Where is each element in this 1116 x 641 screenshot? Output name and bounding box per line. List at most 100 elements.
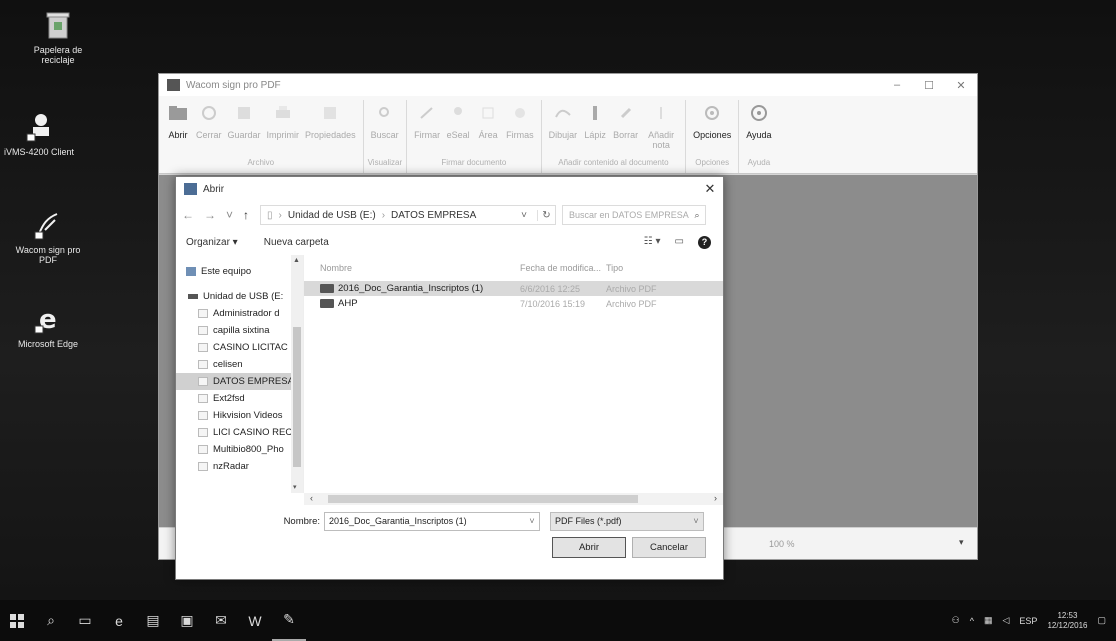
cancel-button[interactable]: Cancelar [632, 537, 706, 558]
taskbar-search-icon[interactable]: ⌕ [34, 600, 68, 641]
nav-item-folder[interactable]: CASINO LICITAC [176, 339, 303, 356]
ribbon-group-ayuda: Ayuda Ayuda [739, 100, 778, 173]
people-icon[interactable]: ⚇ [952, 615, 960, 626]
file-row[interactable]: AHP 7/10/2016 15:19 Archivo PDF [304, 296, 723, 311]
column-modified[interactable]: Fecha de modifica... [520, 263, 606, 273]
signatures-ribbon-button[interactable]: Firmas [503, 100, 537, 156]
clock[interactable]: 12:53 12/12/2016 [1047, 611, 1087, 630]
scroll-up-icon[interactable]: ▲ [293, 257, 300, 264]
help-icon[interactable]: ? [698, 235, 711, 249]
nav-item-this-pc[interactable]: Este equipo [176, 263, 303, 280]
start-button[interactable] [0, 600, 34, 641]
close-ribbon-button[interactable]: Cerrar [193, 100, 225, 156]
nav-item-folder[interactable]: Administrador d [176, 305, 303, 322]
nav-item-folder[interactable]: Multibio800_Pho [176, 441, 303, 458]
dialog-titlebar: Abrir ✕ [176, 177, 723, 201]
network-icon[interactable]: ▦ [984, 615, 993, 626]
nav-item-folder[interactable]: Hikvision Videos [176, 407, 303, 424]
nav-item-folder[interactable]: nzRadar [176, 458, 303, 475]
tray-up-arrow-icon[interactable]: ^ [970, 616, 974, 626]
add-note-ribbon-button[interactable]: Añadir nota [641, 100, 681, 156]
minimize-button[interactable]: – [881, 79, 913, 92]
volume-icon[interactable]: ◁ [1003, 615, 1010, 626]
scroll-down-icon[interactable]: ▾ [293, 483, 297, 491]
nav-item-folder[interactable]: celisen [176, 356, 303, 373]
recent-locations-icon[interactable]: ˅ [226, 208, 233, 222]
nav-item-usb-drive[interactable]: Unidad de USB (E: [176, 288, 303, 305]
view-options-icon[interactable]: ☷ ▾ [644, 236, 661, 249]
forward-arrow-icon[interactable]: → [204, 208, 216, 222]
file-row-selected[interactable]: 2016_Doc_Garantia_Inscriptos (1) 6/6/201… [304, 281, 723, 296]
column-type[interactable]: Tipo [606, 263, 623, 273]
scroll-left-icon[interactable]: ‹ [310, 493, 313, 503]
ribbon-button-label: Ayuda [746, 130, 772, 140]
open-button[interactable]: Abrir [552, 537, 626, 558]
desktop-icon-wacom-sign-pro[interactable]: Wacom sign pro PDF [10, 208, 86, 266]
ribbon-button-label: Abrir [168, 130, 188, 140]
language-indicator[interactable]: ESP [1019, 616, 1037, 626]
notifications-icon[interactable]: ▢ [1097, 615, 1106, 626]
store-icon[interactable]: ▣ [170, 600, 204, 641]
search-input[interactable]: Buscar en DATOS EMPRESA ⌕ [562, 205, 706, 225]
refresh-icon[interactable]: ↻ [537, 209, 555, 221]
scrollbar-thumb[interactable] [328, 495, 638, 503]
zoom-level[interactable]: 100 % [769, 539, 795, 549]
taskbar: ⌕ ▭ e ▤ ▣ ✉ W ✎ ⚇ ^ ▦ ◁ ESP 12:53 12/12/… [0, 600, 1116, 641]
save-ribbon-button[interactable]: Guardar [225, 100, 264, 156]
task-view-icon[interactable]: ▭ [68, 600, 102, 641]
eraser-icon [615, 102, 637, 124]
file-explorer-icon[interactable]: ▤ [136, 600, 170, 641]
area-ribbon-button[interactable]: Área [473, 100, 503, 156]
filename-input[interactable]: 2016_Doc_Garantia_Inscriptos (1) ˅ [324, 511, 540, 531]
filetype-select[interactable]: PDF Files (*.pdf) ˅ [550, 511, 704, 531]
pencil-ribbon-button[interactable]: Lápiz [580, 100, 610, 156]
desktop-icon-recycle-bin[interactable]: Papelera de reciclaje [20, 8, 96, 66]
organize-button[interactable]: Organizar ▾ [186, 237, 238, 248]
eseal-ribbon-button[interactable]: eSeal [443, 100, 473, 156]
mail-icon[interactable]: ✉ [204, 600, 238, 641]
sign-ribbon-button[interactable]: Firmar [411, 100, 443, 156]
close-window-button[interactable]: ✕ [945, 79, 977, 92]
nav-item-folder[interactable]: capilla sixtina [176, 322, 303, 339]
breadcrumb-folder[interactable]: DATOS EMPRESA [391, 210, 476, 221]
erase-ribbon-button[interactable]: Borrar [610, 100, 641, 156]
chevron-down-icon[interactable]: ˅ [525, 516, 539, 526]
desktop-icon-microsoft-edge[interactable]: e Microsoft Edge [10, 302, 86, 349]
new-folder-button[interactable]: Nueva carpeta [264, 237, 329, 248]
zoom-dropdown-icon[interactable]: ▾ [959, 537, 964, 548]
navigation-pane: Este equipo Unidad de USB (E: Administra… [176, 255, 304, 493]
desktop-icon-ivms-client[interactable]: iVMS-4200 Client [0, 110, 78, 157]
nav-item-label: Unidad de USB (E: [203, 291, 284, 302]
open-ribbon-button[interactable]: Abrir [163, 100, 193, 156]
address-dropdown-icon[interactable]: ˅ [517, 210, 531, 221]
back-arrow-icon[interactable]: ← [182, 208, 194, 222]
ribbon-group-opciones: Opciones Opciones [686, 100, 740, 173]
maximize-button[interactable]: ☐ [913, 79, 945, 92]
nav-item-folder[interactable]: LICI CASINO REC [176, 424, 303, 441]
draw-ribbon-button[interactable]: Dibujar [546, 100, 581, 156]
up-arrow-icon[interactable]: ↑ [243, 208, 249, 222]
file-type: Archivo PDF [606, 298, 657, 309]
nav-item-folder[interactable]: Ext2fsd [176, 390, 303, 407]
nav-pane-scrollbar[interactable]: ▲ ▾ [291, 255, 303, 493]
properties-ribbon-button[interactable]: Propiedades [302, 100, 359, 156]
scroll-right-icon[interactable]: › [714, 493, 717, 503]
address-bar[interactable]: ▯ › Unidad de USB (E:) › DATOS EMPRESA ˅… [260, 205, 556, 225]
edge-taskbar-icon[interactable]: e [102, 600, 136, 641]
help-ribbon-button[interactable]: Ayuda [743, 100, 774, 156]
dialog-close-button[interactable]: ✕ [697, 181, 723, 197]
ribbon: Abrir Cerrar Guardar Imprimir Propiedade… [159, 96, 977, 174]
nav-item-folder-selected[interactable]: DATOS EMPRESA [176, 373, 303, 390]
preview-pane-icon[interactable]: ▭ [675, 236, 684, 249]
breadcrumb-drive[interactable]: Unidad de USB (E:) [288, 210, 376, 221]
search-ribbon-button[interactable]: Buscar [368, 100, 402, 156]
ribbon-group-visualizar: Buscar Visualizar [364, 100, 408, 173]
column-name[interactable]: Nombre [304, 263, 520, 273]
print-ribbon-button[interactable]: Imprimir [264, 100, 303, 156]
scrollbar-thumb[interactable] [293, 327, 301, 467]
options-ribbon-button[interactable]: Opciones [690, 100, 734, 156]
ribbon-group-name: Ayuda [747, 158, 771, 167]
horizontal-scrollbar[interactable]: ‹ › [304, 493, 723, 505]
word-icon[interactable]: W [238, 600, 272, 641]
wacom-taskbar-icon[interactable]: ✎ [272, 600, 306, 641]
